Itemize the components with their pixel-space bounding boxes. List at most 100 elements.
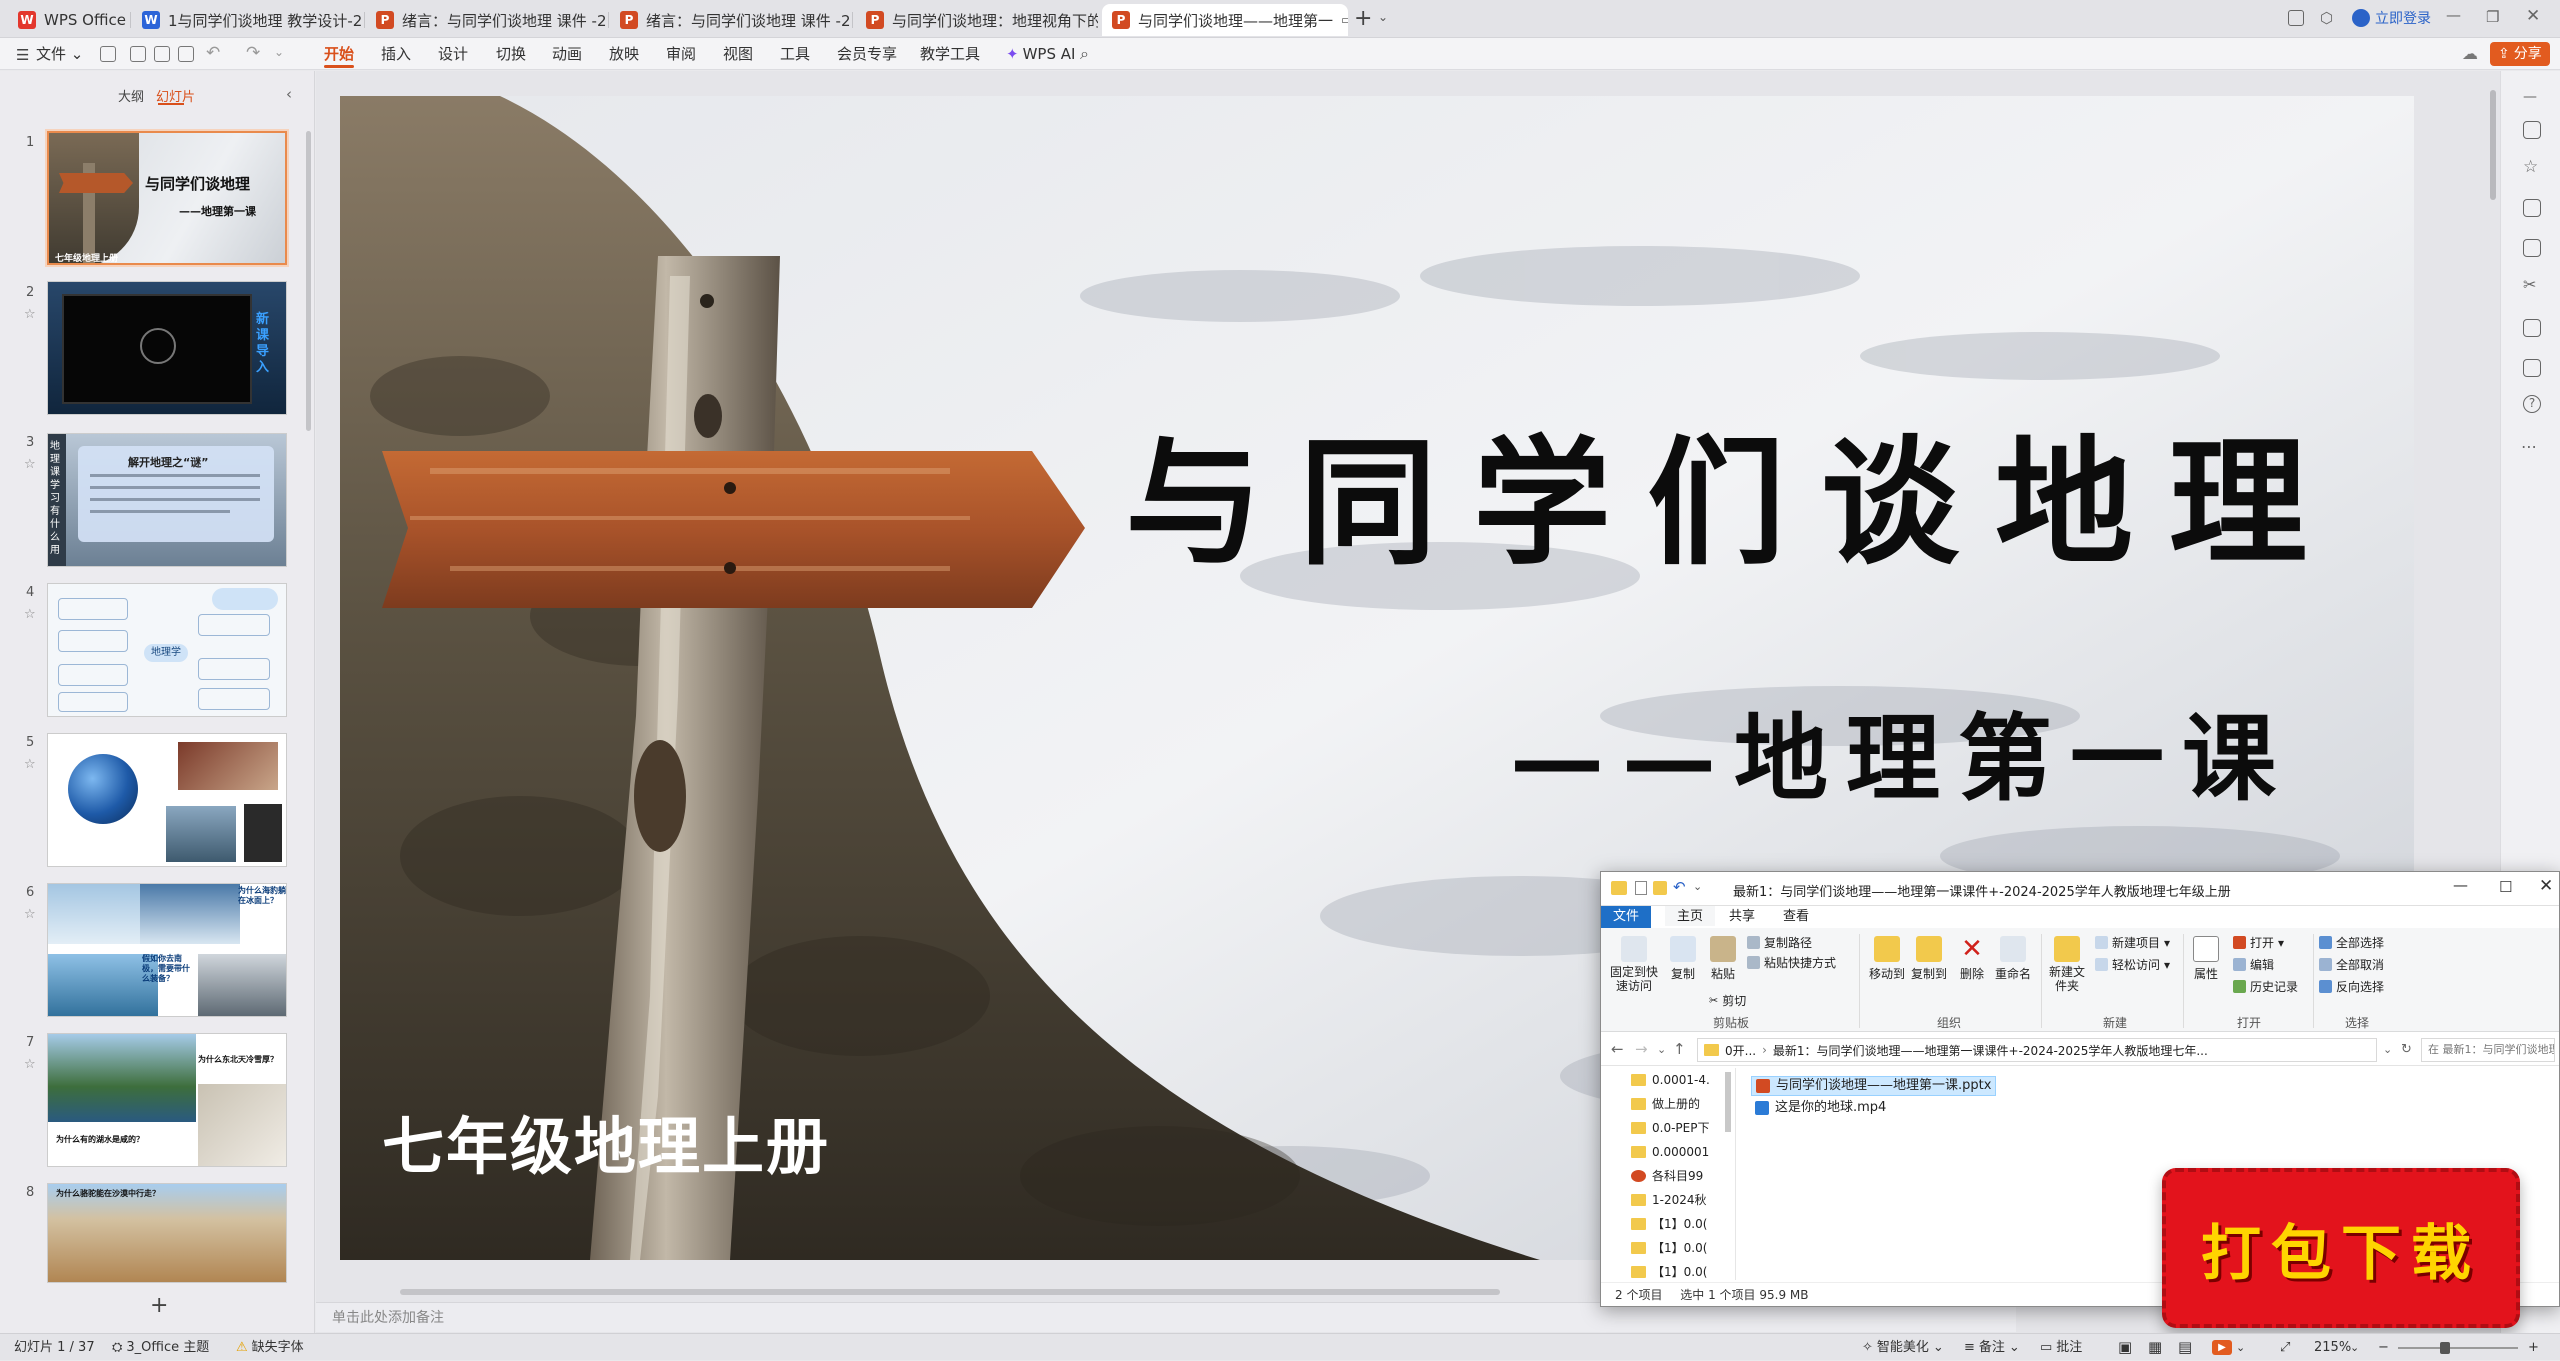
tree-item[interactable]: 【1】0.0(	[1631, 1236, 1707, 1260]
slide-thumbnail-8[interactable]: 为什么骆驼能在沙漠中行走？	[47, 1183, 287, 1283]
up-icon[interactable]: ↑	[1673, 1040, 1686, 1058]
tree-item[interactable]: 【1】0.0(	[1631, 1260, 1707, 1280]
missing-font-indicator[interactable]: ⚠ 缺失字体	[236, 1334, 304, 1361]
search-input[interactable]: 在 最新1：与同学们谈地理——地...	[2421, 1038, 2555, 1062]
tab-document[interactable]: P 绪言：与同学们谈地理 课件 -2024-2	[366, 4, 606, 36]
paste-button[interactable]: 粘贴	[1705, 936, 1741, 982]
tab-outline[interactable]: 大纲	[118, 86, 144, 105]
slide-thumbnail-6[interactable]: 为什么海豹躺在冰面上？ 假如你去南极，需要带什么装备？	[47, 883, 287, 1017]
layout-icon[interactable]	[2288, 10, 2304, 26]
tree-item[interactable]: 1-2024秋	[1631, 1188, 1707, 1212]
select-all-button[interactable]: 全部选择	[2319, 934, 2384, 951]
chevron-down-icon[interactable]: ⌄	[2350, 1334, 2359, 1361]
star-icon[interactable]: ☆	[24, 907, 36, 922]
tab-active-document[interactable]: P 与同学们谈地理——地理第一 ▭ ✕	[1102, 4, 1348, 36]
properties-quick-icon[interactable]	[1635, 881, 1647, 895]
slide-sorter-icon[interactable]: ▦	[2148, 1334, 2162, 1361]
magic-tool-icon[interactable]: ✂	[2523, 275, 2536, 294]
copy-to-button[interactable]: 复制到	[1909, 936, 1949, 982]
tab-document[interactable]: P 与同学们谈地理：地理视角下的巴黎	[856, 4, 1098, 36]
explorer-tab-view[interactable]: 查看	[1771, 906, 1821, 928]
zoom-in-icon[interactable]: +	[2528, 1334, 2539, 1361]
cut-button[interactable]: ✂ 剪切	[1709, 992, 1746, 1009]
tree-item[interactable]: 0.0001-4.	[1631, 1068, 1710, 1092]
tab-document[interactable]: P 绪言：与同学们谈地理 课件 -2024-2	[610, 4, 850, 36]
new-item-button[interactable]: 新建项目 ▾	[2095, 934, 2170, 951]
download-package-badge[interactable]: 打包下载	[2162, 1168, 2520, 1328]
slide-thumbnail-2[interactable]: 新课导入	[47, 281, 287, 415]
minimize-icon[interactable]: —	[2446, 6, 2461, 24]
reading-view-icon[interactable]: ▤	[2178, 1334, 2192, 1361]
fit-window-icon[interactable]: ⤢	[2280, 1334, 2290, 1361]
copy-path-button[interactable]: 复制路径	[1747, 934, 1812, 951]
zoom-slider[interactable]	[2398, 1347, 2518, 1349]
star-icon[interactable]: ☆	[2523, 157, 2538, 177]
menu-animation[interactable]: 动画	[552, 38, 582, 70]
slide-thumbnail-5[interactable]	[47, 733, 287, 867]
theme-indicator[interactable]: ⛭ 3_Office 主题	[112, 1334, 209, 1361]
chevron-down-icon[interactable]: ⌄	[2236, 1334, 2245, 1361]
tree-item[interactable]: 各科目99	[1631, 1164, 1703, 1188]
easy-access-button[interactable]: 轻松访问 ▾	[2095, 956, 2170, 973]
tree-item[interactable]: 【1】0.0(	[1631, 1212, 1707, 1236]
history-button[interactable]: 历史记录	[2233, 978, 2298, 995]
new-folder-button[interactable]: 新建文件夹	[2047, 936, 2087, 993]
editor-vertical-scrollbar[interactable]	[2490, 90, 2496, 200]
address-input[interactable]: 0开... › 最新1：与同学们谈地理——地理第一课课件+-2024-2025学…	[1697, 1038, 2377, 1062]
undo-icon[interactable]: ↶	[1673, 878, 1686, 896]
zoom-out-icon[interactable]: −	[2378, 1334, 2389, 1361]
more-icon[interactable]: ⋯	[2521, 437, 2537, 456]
invert-selection-button[interactable]: 反向选择	[2319, 978, 2384, 995]
menu-review[interactable]: 审阅	[666, 38, 696, 70]
copy-button[interactable]: 复制	[1665, 936, 1701, 982]
wps-ai-button[interactable]: ✦ WPS AI	[1006, 38, 1075, 70]
star-icon[interactable]: ☆	[24, 607, 36, 622]
help-icon[interactable]: ?	[2523, 395, 2541, 413]
star-icon[interactable]: ☆	[24, 457, 36, 472]
chevron-down-icon[interactable]: ⌄	[1657, 1043, 1666, 1056]
tree-scrollbar[interactable]	[1725, 1072, 1731, 1132]
print-preview-icon[interactable]	[178, 46, 194, 62]
undo-icon[interactable]: ↶	[206, 43, 220, 63]
tree-item[interactable]: 0.0-PEP下	[1631, 1116, 1709, 1140]
chevron-down-icon[interactable]: ⌄	[1378, 10, 1388, 24]
minimize-icon[interactable]: —	[2453, 876, 2468, 894]
print-icon[interactable]	[154, 46, 170, 62]
collapse-panel-icon[interactable]: ‹	[286, 85, 292, 103]
chevron-down-icon[interactable]: ⌄	[2383, 1043, 2392, 1056]
menu-design[interactable]: 设计	[438, 38, 468, 70]
add-slide-icon[interactable]: +	[150, 1293, 168, 1318]
menu-transition[interactable]: 切换	[496, 38, 526, 70]
properties-button[interactable]: 属性	[2191, 936, 2221, 982]
star-icon[interactable]: ☆	[24, 1057, 36, 1072]
monitor-icon[interactable]: ▭	[1341, 13, 1348, 28]
edit-button[interactable]: 编辑	[2233, 956, 2274, 973]
delete-button[interactable]: ✕ 删除	[1955, 936, 1989, 982]
refresh-icon[interactable]: ↻	[2401, 1042, 2412, 1057]
explorer-tab-home[interactable]: 主页	[1665, 906, 1716, 928]
slide-thumbnail-7[interactable]: 为什么东北天冷雪厚？ 为什么有的湖水是咸的？	[47, 1033, 287, 1167]
slide-title[interactable]: 与同学们谈地理	[1125, 434, 2343, 572]
menu-file[interactable]: 文件 ⌄	[36, 38, 83, 70]
panel-scrollbar[interactable]	[306, 131, 311, 431]
maximize-icon[interactable]: ☐	[2499, 878, 2512, 896]
star-icon[interactable]: ☆	[24, 307, 36, 322]
star-icon[interactable]: ☆	[24, 757, 36, 772]
chevron-down-icon[interactable]: ⌄	[274, 45, 284, 59]
comment-button[interactable]: ▭ 批注	[2040, 1334, 2082, 1361]
slide-caption[interactable]: 七年级地理上册	[382, 1116, 830, 1178]
settings-icon[interactable]	[2523, 121, 2541, 139]
paste-shortcut-button[interactable]: 粘贴快捷方式	[1747, 954, 1836, 971]
tab-document[interactable]: W 1与同学们谈地理 教学设计-2024-20	[132, 4, 362, 36]
menu-tools[interactable]: 工具	[780, 38, 810, 70]
menu-view[interactable]: 视图	[723, 38, 753, 70]
play-slideshow-icon[interactable]: ▶	[2212, 1340, 2232, 1355]
login-button[interactable]: 立即登录	[2352, 8, 2431, 28]
slide-thumbnail-4[interactable]: 地理学	[47, 583, 287, 717]
window-close-icon[interactable]: ✕	[2526, 6, 2540, 26]
hamburger-icon[interactable]: ☰	[16, 46, 29, 64]
copy-icon[interactable]	[2523, 199, 2541, 217]
restore-icon[interactable]: ❐	[2486, 8, 2499, 26]
new-folder-quick-icon[interactable]	[1653, 881, 1667, 895]
explorer-tab-file[interactable]: 文件	[1601, 906, 1652, 928]
